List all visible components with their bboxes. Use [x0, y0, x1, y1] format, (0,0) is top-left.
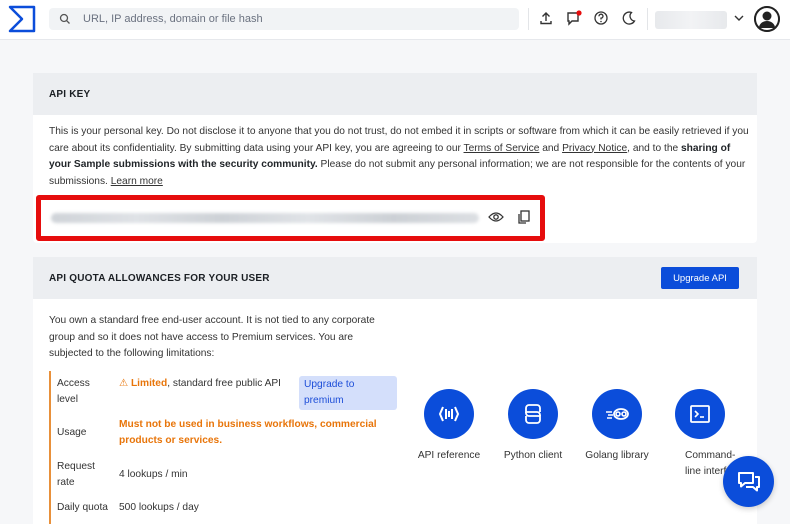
limited-label: ⚠ Limited — [119, 378, 168, 389]
api-key-value-redacted — [51, 213, 479, 223]
tool-label: Python client — [503, 450, 563, 461]
row-value: 500 lookups / day — [119, 502, 199, 513]
learn-more-link[interactable]: Learn more — [111, 176, 163, 187]
chevron-down-icon[interactable] — [733, 12, 745, 24]
divider — [647, 8, 648, 30]
quota-description: You own a standard free end-user account… — [49, 315, 375, 359]
api-quota-heading: API QUOTA ALLOWANCES FOR YOUR USER — [33, 257, 757, 299]
table-row: Daily quota 500 lookups / day — [51, 500, 391, 520]
help-icon[interactable] — [592, 9, 610, 27]
row-key: Usage — [57, 427, 87, 438]
table-row: Usage Must not be used in business workf… — [51, 417, 391, 453]
row-value: Must not be used in business workflows, … — [119, 419, 377, 446]
row-key: Request rate — [57, 461, 95, 488]
upgrade-to-premium-link[interactable]: Upgrade to premium — [299, 376, 397, 410]
chat-button[interactable] — [723, 456, 774, 507]
table-row: Access level ⚠ Limited, standard free pu… — [51, 376, 397, 412]
api-icon — [424, 389, 474, 439]
limitations-table: Access level ⚠ Limited, standard free pu… — [49, 371, 397, 524]
tool-python-client[interactable]: Python client — [488, 389, 578, 464]
api-quota-panel: API QUOTA ALLOWANCES FOR YOUR USER Upgra… — [33, 257, 757, 524]
notifications-icon[interactable] — [565, 9, 583, 27]
tool-label: API reference — [417, 450, 481, 461]
eye-icon[interactable] — [487, 208, 505, 226]
copy-icon[interactable] — [514, 208, 532, 226]
logo-icon[interactable] — [7, 5, 37, 33]
tool-label: Golang library — [585, 450, 649, 461]
chat-icon — [737, 471, 760, 491]
python-icon — [508, 389, 558, 439]
divider — [528, 8, 529, 30]
row-value: ⚠ Limited, standard free public API — [119, 376, 289, 392]
upgrade-api-button[interactable]: Upgrade API — [661, 267, 739, 289]
terms-of-service-link[interactable]: Terms of Service — [464, 143, 540, 154]
tool-api-reference[interactable]: API reference — [404, 389, 494, 464]
row-key: Daily quota — [57, 502, 108, 513]
dark-mode-icon[interactable] — [620, 9, 638, 27]
top-bar — [0, 0, 790, 40]
avatar[interactable] — [754, 6, 780, 32]
api-key-heading: API KEY — [33, 73, 757, 115]
row-key: Access level — [57, 378, 90, 405]
api-key-description: This is your personal key. Do not disclo… — [49, 124, 749, 190]
search-icon — [59, 13, 70, 24]
username-redacted[interactable] — [655, 11, 727, 29]
golang-icon — [592, 389, 642, 439]
upload-icon[interactable] — [537, 9, 555, 27]
row-value: 4 lookups / min — [119, 469, 188, 480]
search-input[interactable] — [83, 8, 503, 30]
desc-text: and — [539, 142, 563, 154]
desc-text: , and to the — [627, 142, 681, 154]
api-key-panel: API KEY This is your personal key. Do no… — [33, 73, 757, 243]
table-row: Request rate 4 lookups / min — [51, 459, 391, 495]
tool-golang-library[interactable]: Golang library — [572, 389, 662, 464]
terminal-icon — [675, 389, 725, 439]
access-level-text: , standard free public API — [167, 378, 282, 389]
search-bar[interactable] — [49, 8, 519, 30]
privacy-notice-link[interactable]: Privacy Notice — [562, 143, 627, 154]
api-key-field[interactable] — [36, 195, 545, 241]
